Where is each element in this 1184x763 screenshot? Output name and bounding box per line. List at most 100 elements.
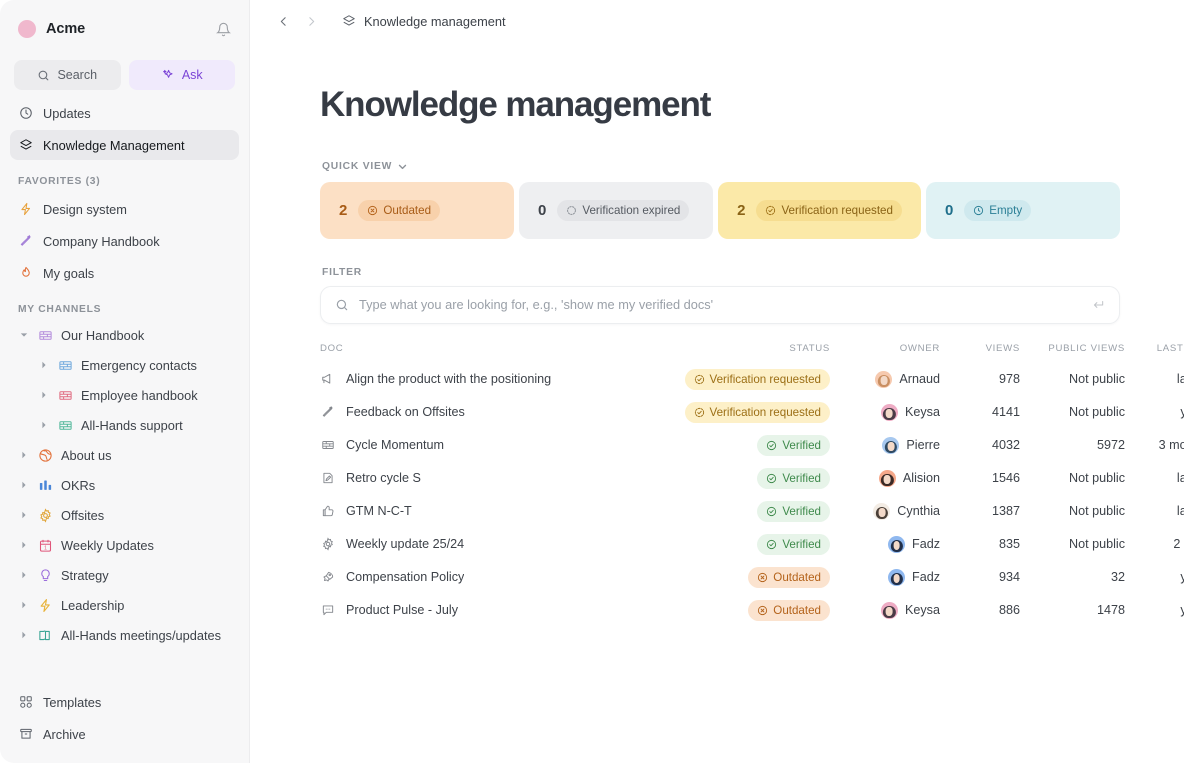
chevron-right-icon[interactable] <box>38 361 50 369</box>
back-button[interactable] <box>272 10 294 32</box>
doc-cell[interactable]: Product Pulse - July <box>320 594 620 627</box>
microphone-icon <box>18 233 34 249</box>
doc-cell[interactable]: GTM N-C-T <box>320 495 620 528</box>
public-views-cell: Not public <box>1020 528 1125 561</box>
quick-view-card-outdated[interactable]: 2 Outdated <box>320 182 514 239</box>
doc-title: Weekly update 25/24 <box>346 537 464 551</box>
last-activity-cell: yesterday <box>1125 396 1184 429</box>
workspace-header[interactable]: Acme <box>10 0 239 58</box>
gear-icon <box>37 508 54 523</box>
ask-button[interactable]: Ask <box>129 60 236 90</box>
avatar <box>888 569 905 586</box>
column-header-owner[interactable]: OWNER <box>830 343 940 363</box>
status-cell: Verified <box>620 495 830 528</box>
filter-label: FILTER <box>322 267 1120 278</box>
enter-key-icon[interactable] <box>1091 298 1105 312</box>
calendar-icon: 1 <box>37 538 54 553</box>
chevron-right-icon[interactable] <box>18 601 30 609</box>
status-badge: Verification requested <box>685 369 831 390</box>
doc-cell[interactable]: Weekly update 25/24 <box>320 528 620 561</box>
gear-icon <box>320 537 335 552</box>
table-row[interactable]: Weekly update 25/24 Verified Fadz <box>320 528 1184 561</box>
chevron-right-icon[interactable] <box>38 421 50 429</box>
quick-view-card-verification-requested[interactable]: 2 Verification requested <box>718 182 921 239</box>
sidebar-channel-weekly-updates[interactable]: 1 Weekly Updates <box>10 530 239 560</box>
table-row[interactable]: Feedback on Offsites Verification reques… <box>320 396 1184 429</box>
quick-view-pill: Empty <box>964 200 1031 221</box>
sidebar-channel-our-handbook[interactable]: Our Handbook <box>10 320 239 350</box>
sidebar-item-templates-label: Templates <box>43 695 101 710</box>
chevron-down-icon[interactable] <box>18 331 30 339</box>
circle-check-icon <box>766 440 777 451</box>
quick-view-card-empty[interactable]: 0 Empty <box>926 182 1120 239</box>
sidebar-channel-emergency-contacts[interactable]: Emergency contacts <box>10 350 239 380</box>
sidebar-bottom: Templates Archive <box>10 685 239 763</box>
chevron-right-icon[interactable] <box>18 451 30 459</box>
table-row[interactable]: GTM N-C-T Verified Cynthia 1387 <box>320 495 1184 528</box>
forward-button[interactable] <box>300 10 322 32</box>
column-header-views[interactable]: VIEWS <box>940 343 1020 363</box>
sidebar-item-design-system[interactable]: Design system <box>10 194 239 224</box>
table-row[interactable]: Product Pulse - July Outdated Keysa <box>320 594 1184 627</box>
bell-icon[interactable] <box>216 22 231 37</box>
avatar <box>881 404 898 421</box>
sidebar-item-knowledge-management[interactable]: Knowledge Management <box>10 130 239 160</box>
quick-view-card-verification-expired[interactable]: 0 Verification expired <box>519 182 713 239</box>
column-header-last-activity[interactable]: LAST ACTIVITY <box>1125 343 1184 363</box>
column-header-status[interactable]: STATUS <box>620 343 830 363</box>
sidebar-channel-offsites[interactable]: Offsites <box>10 500 239 530</box>
table-row[interactable]: Compensation Policy Outdated Fadz <box>320 561 1184 594</box>
doc-cell[interactable]: Retro cycle S <box>320 462 620 495</box>
sidebar-item-company-handbook[interactable]: Company Handbook <box>10 226 239 256</box>
chevron-right-icon[interactable] <box>38 391 50 399</box>
sidebar-item-updates[interactable]: Updates <box>10 98 239 128</box>
chevron-right-icon[interactable] <box>18 571 30 579</box>
sidebar-channel-okrs[interactable]: OKRs <box>10 470 239 500</box>
doc-cell[interactable]: Align the product with the positioning <box>320 363 620 396</box>
sidebar-channel-leadership[interactable]: Leadership <box>10 590 239 620</box>
sidebar-item-templates[interactable]: Templates <box>10 687 239 717</box>
filter-search-bar[interactable] <box>320 286 1120 324</box>
last-activity-cell: last month <box>1125 363 1184 396</box>
owner-name: Cynthia <box>897 504 940 518</box>
table-row[interactable]: Retro cycle S Verified Alision <box>320 462 1184 495</box>
search-input[interactable] <box>359 297 1081 312</box>
sidebar-channel-about-us[interactable]: About us <box>10 440 239 470</box>
sidebar-item-archive[interactable]: Archive <box>10 719 239 749</box>
doc-cell[interactable]: Cycle Momentum <box>320 429 620 462</box>
breadcrumb-label: Knowledge management <box>364 14 506 29</box>
quick-view-count: 0 <box>538 202 546 219</box>
table-row[interactable]: Align the product with the positioning V… <box>320 363 1184 396</box>
sidebar-channel-strategy[interactable]: Strategy <box>10 560 239 590</box>
search-button[interactable]: Search <box>14 60 121 90</box>
quick-view-toggle[interactable]: QUICK VIEW <box>322 161 407 172</box>
status-badge-label: Verified <box>782 505 821 518</box>
column-header-public-views[interactable]: PUBLIC VIEWS <box>1020 343 1125 363</box>
breadcrumb[interactable]: Knowledge management <box>342 14 506 29</box>
breadcrumb-bar: Knowledge management <box>250 0 1184 42</box>
clock-circle-icon <box>973 205 984 216</box>
column-header-doc[interactable]: DOC <box>320 343 620 363</box>
sidebar-channel-all-hands-meetings[interactable]: All-Hands meetings/updates <box>10 620 239 650</box>
status-badge: Outdated <box>748 567 830 588</box>
avatar <box>888 536 905 553</box>
sidebar-item-my-goals[interactable]: My goals <box>10 258 239 288</box>
chevron-right-icon[interactable] <box>18 631 30 639</box>
doc-cell[interactable]: Compensation Policy <box>320 561 620 594</box>
sidebar-item-company-handbook-label: Company Handbook <box>43 234 160 249</box>
public-views-cell: 5972 <box>1020 429 1125 462</box>
avatar <box>873 503 890 520</box>
last-activity-cell: last month <box>1125 495 1184 528</box>
sidebar-channel-about-us-label: About us <box>61 448 112 463</box>
status-badge-label: Outdated <box>773 604 821 617</box>
doc-cell[interactable]: Feedback on Offsites <box>320 396 620 429</box>
status-cell: Outdated <box>620 561 830 594</box>
chevron-right-icon[interactable] <box>18 511 30 519</box>
table-row[interactable]: Cycle Momentum Verified Pierre <box>320 429 1184 462</box>
chevron-right-icon[interactable] <box>18 541 30 549</box>
chevron-right-icon[interactable] <box>18 481 30 489</box>
avatar <box>882 437 899 454</box>
status-badge-label: Outdated <box>773 571 821 584</box>
sidebar-channel-employee-handbook[interactable]: Employee handbook <box>10 380 239 410</box>
sidebar-channel-all-hands-support[interactable]: All-Hands support <box>10 410 239 440</box>
